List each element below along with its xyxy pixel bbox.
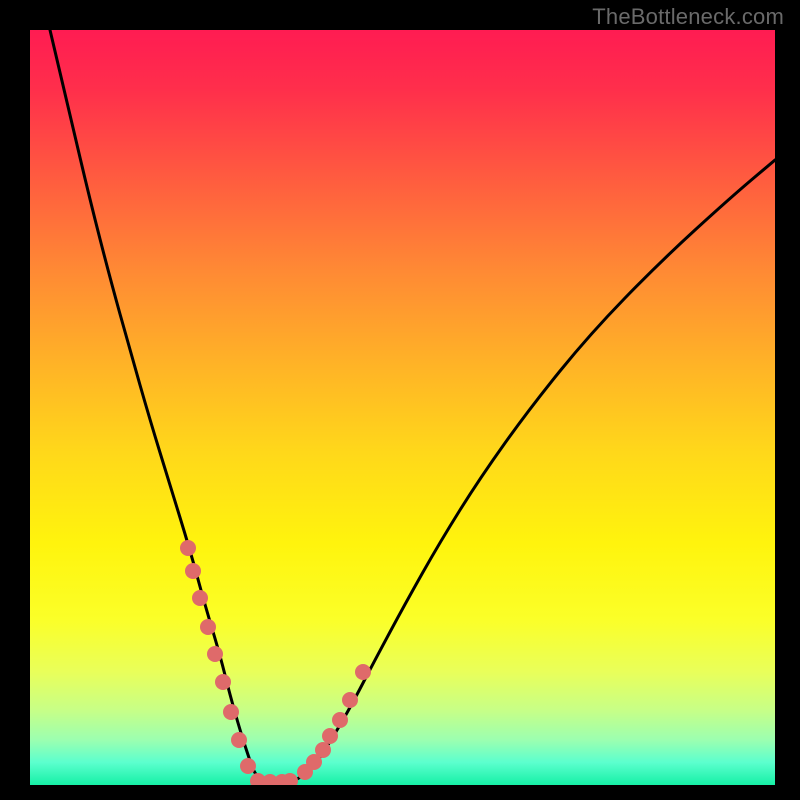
data-marker xyxy=(332,712,348,728)
data-marker xyxy=(185,563,201,579)
data-marker xyxy=(207,646,223,662)
data-marker xyxy=(200,619,216,635)
chart-frame: TheBottleneck.com xyxy=(0,0,800,800)
data-marker xyxy=(342,692,358,708)
data-marker xyxy=(180,540,196,556)
data-marker xyxy=(322,728,338,744)
data-marker xyxy=(215,674,231,690)
data-marker xyxy=(355,664,371,680)
data-marker xyxy=(192,590,208,606)
data-marker xyxy=(315,742,331,758)
data-marker xyxy=(231,732,247,748)
data-marker xyxy=(223,704,239,720)
watermark-text: TheBottleneck.com xyxy=(592,4,784,30)
plot-area xyxy=(30,30,775,785)
bottleneck-curve xyxy=(50,30,775,783)
data-marker xyxy=(240,758,256,774)
chart-svg xyxy=(30,30,775,785)
data-markers xyxy=(180,540,371,785)
